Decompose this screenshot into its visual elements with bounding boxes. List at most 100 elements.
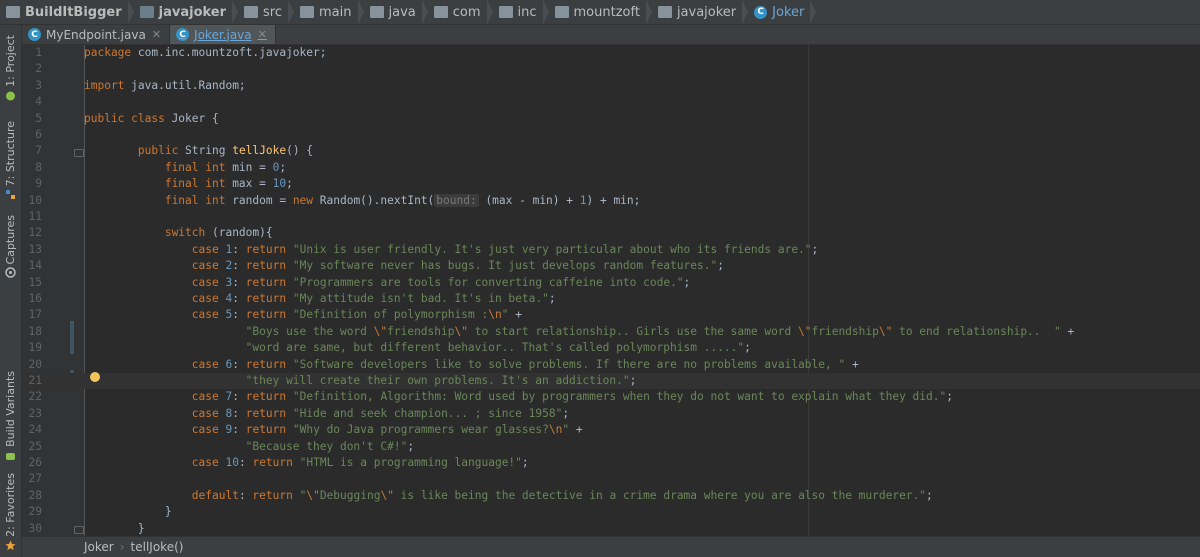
tab-myendpoint[interactable]: C MyEndpoint.java ✕ bbox=[22, 25, 171, 44]
code-line[interactable]: 29 } bbox=[22, 504, 1200, 520]
code-text[interactable]: package com.inc.mountzoft.javajoker; bbox=[84, 45, 326, 61]
line-number: 18 bbox=[28, 324, 42, 338]
tab-joker[interactable]: C Joker.java ✕ bbox=[170, 25, 276, 44]
code-text[interactable]: } bbox=[84, 504, 172, 520]
project-tool-tab[interactable]: 1: Project bbox=[0, 35, 21, 101]
structure-tool-tab[interactable]: 7: Structure bbox=[0, 121, 21, 200]
folder-icon bbox=[498, 6, 513, 18]
code-line[interactable]: 21 "they will create their own problems.… bbox=[22, 373, 1200, 390]
close-icon[interactable]: ✕ bbox=[152, 28, 161, 41]
line-number: 21 bbox=[28, 374, 42, 387]
code-text[interactable]: final int max = 10; bbox=[84, 176, 293, 192]
code-line[interactable]: 14 case 2: return "My software never has… bbox=[22, 258, 1200, 274]
code-text[interactable]: public class Joker { bbox=[84, 111, 219, 127]
breadcrumb-joker-class[interactable]: C Joker bbox=[748, 0, 808, 24]
code-line[interactable]: 28 default: return "\"Debugging\" is lik… bbox=[22, 488, 1200, 504]
build-variants-tool-tab[interactable]: Build Variants bbox=[0, 371, 21, 461]
code-line[interactable]: 24 case 9: return "Why do Java programme… bbox=[22, 422, 1200, 438]
code-line[interactable]: 26 case 10: return "HTML is a programmin… bbox=[22, 455, 1200, 471]
code-text[interactable]: case 8: return "Hide and seek champion..… bbox=[84, 406, 569, 422]
code-text[interactable]: case 4: return "My attitude isn't bad. I… bbox=[84, 291, 556, 307]
code-text[interactable]: final int random = new Random().nextInt(… bbox=[84, 193, 640, 209]
breadcrumb-mountzoft[interactable]: mountzoft bbox=[549, 0, 644, 24]
line-number: 6 bbox=[35, 128, 42, 141]
code-line[interactable]: 27 bbox=[22, 471, 1200, 487]
code-text[interactable]: "Because they don't C#!"; bbox=[84, 439, 414, 455]
folder-icon bbox=[244, 6, 259, 18]
close-icon[interactable]: ✕ bbox=[258, 28, 267, 41]
code-line[interactable]: 19 "word are same, but different behavio… bbox=[22, 340, 1200, 356]
module-folder-icon bbox=[139, 6, 154, 18]
class-icon: C bbox=[754, 5, 768, 19]
code-line[interactable]: 10 final int random = new Random().nextI… bbox=[22, 193, 1200, 209]
code-line[interactable]: 20 case 6: return "Software developers l… bbox=[22, 357, 1200, 373]
code-line[interactable]: 15 case 3: return "Programmers are tools… bbox=[22, 275, 1200, 291]
code-text[interactable]: } bbox=[84, 521, 145, 536]
android-icon bbox=[6, 91, 15, 101]
code-line[interactable]: 30 } bbox=[22, 521, 1200, 536]
code-text[interactable]: "Boys use the word \"friendship\" to sta… bbox=[84, 324, 1075, 340]
code-text[interactable]: "word are same, but different behavior..… bbox=[84, 340, 751, 356]
code-text[interactable]: default: return "\"Debugging\" is like b… bbox=[84, 488, 933, 504]
code-line[interactable]: 25 "Because they don't C#!"; bbox=[22, 439, 1200, 455]
code-line[interactable]: 3 import java.util.Random; bbox=[22, 78, 1200, 94]
code-line[interactable]: 12 switch (random){ bbox=[22, 225, 1200, 241]
line-number: 10 bbox=[28, 193, 42, 207]
code-line[interactable]: 22 case 7: return "Definition, Algorithm… bbox=[22, 389, 1200, 405]
code-line[interactable]: 11 bbox=[22, 209, 1200, 225]
code-text[interactable]: case 3: return "Programmers are tools fo… bbox=[84, 275, 691, 291]
captures-tool-tab[interactable]: Captures bbox=[0, 215, 21, 279]
code-text[interactable]: case 1: return "Unix is user friendly. I… bbox=[84, 242, 819, 258]
breadcrumb-main[interactable]: main bbox=[294, 0, 355, 24]
code-text[interactable]: case 9: return "Why do Java programmers … bbox=[84, 422, 583, 438]
code-line[interactable]: 1 package com.inc.mountzoft.javajoker; bbox=[22, 45, 1200, 61]
line-number: 8 bbox=[35, 160, 42, 174]
line-number: 22 bbox=[28, 390, 42, 404]
code-text[interactable]: case 6: return "Software developers like… bbox=[84, 357, 859, 373]
code-text[interactable]: case 5: return "Definition of polymorphi… bbox=[84, 307, 522, 323]
code-text[interactable]: final int min = 0; bbox=[84, 160, 286, 176]
breadcrumb-project[interactable]: BuildItBigger bbox=[0, 0, 126, 24]
code-line[interactable]: 4 bbox=[22, 94, 1200, 110]
code-line[interactable]: 5 public class Joker { bbox=[22, 111, 1200, 127]
code-text[interactable]: case 7: return "Definition, Algorithm: W… bbox=[84, 389, 953, 405]
code-text[interactable]: case 10: return "HTML is a programming l… bbox=[84, 455, 529, 471]
tool-window-strip: 1: Project 7: Structure Captures Build V… bbox=[0, 25, 22, 557]
code-text[interactable]: switch (random){ bbox=[84, 225, 273, 241]
breadcrumb-class[interactable]: Joker bbox=[84, 540, 114, 554]
line-number: 19 bbox=[28, 341, 42, 355]
code-line[interactable]: 2 bbox=[22, 61, 1200, 77]
breadcrumb-inc[interactable]: inc bbox=[493, 0, 541, 24]
breadcrumb-javajoker-package[interactable]: javajoker bbox=[652, 0, 740, 24]
code-editor[interactable]: 1 package com.inc.mountzoft.javajoker; 2 3 i… bbox=[22, 45, 1200, 536]
code-line[interactable]: 23 case 8: return "Hide and seek champio… bbox=[22, 406, 1200, 422]
code-line[interactable]: 18 "Boys use the word \"friendship\" to … bbox=[22, 324, 1200, 340]
code-line[interactable]: 8 final int min = 0; bbox=[22, 160, 1200, 176]
breadcrumb-src[interactable]: src bbox=[238, 0, 286, 24]
breadcrumb-module[interactable]: javajoker bbox=[134, 0, 230, 24]
package-folder-icon bbox=[554, 6, 569, 18]
code-line[interactable]: 6 bbox=[22, 127, 1200, 143]
line-number: 26 bbox=[28, 456, 42, 469]
line-number: 28 bbox=[28, 488, 42, 502]
code-line[interactable]: 7 public String tellJoke() { bbox=[22, 143, 1200, 159]
breadcrumb-java[interactable]: java bbox=[364, 0, 420, 24]
code-line[interactable]: 17 case 5: return "Definition of polymor… bbox=[22, 307, 1200, 323]
lightbulb-icon[interactable] bbox=[90, 372, 100, 382]
class-icon: C bbox=[28, 28, 41, 41]
code-text[interactable]: "they will create their own problems. It… bbox=[84, 373, 637, 389]
favorites-tool-tab[interactable]: 2: Favorites bbox=[0, 473, 21, 551]
code-text[interactable]: import java.util.Random; bbox=[84, 78, 246, 94]
line-number: 13 bbox=[28, 242, 42, 256]
line-number: 7 bbox=[35, 144, 42, 158]
structure-breadcrumb: Joker › tellJoke() bbox=[22, 536, 1200, 557]
code-text[interactable]: case 2: return "My software never has bu… bbox=[84, 258, 724, 274]
breadcrumb-com[interactable]: com bbox=[428, 0, 485, 24]
code-line[interactable]: 16 case 4: return "My attitude isn't bad… bbox=[22, 291, 1200, 307]
code-line[interactable]: 9 final int max = 10; bbox=[22, 176, 1200, 192]
code-line[interactable]: 13 case 1: return "Unix is user friendly… bbox=[22, 242, 1200, 258]
star-icon bbox=[5, 540, 16, 551]
code-text[interactable]: public String tellJoke() { bbox=[84, 143, 313, 159]
breadcrumb-method[interactable]: tellJoke() bbox=[131, 540, 184, 554]
folder-icon bbox=[300, 6, 315, 18]
